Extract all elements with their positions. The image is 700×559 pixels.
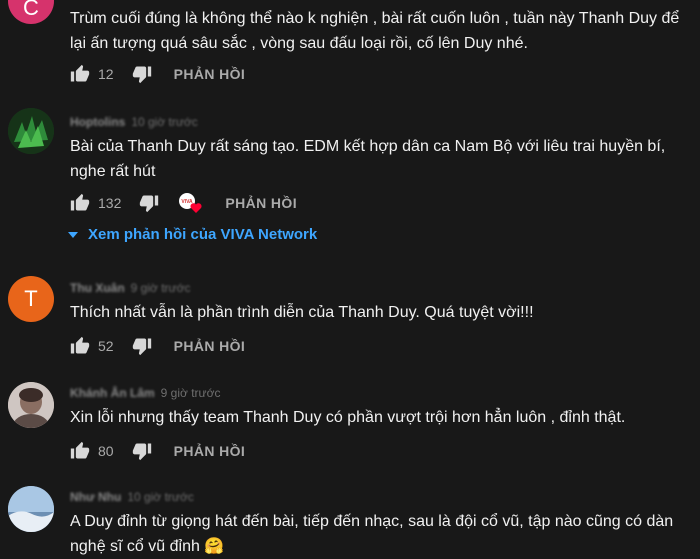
comment-author-line: Thu Xuân 9 giờ trước [70, 281, 190, 295]
comment-time: 10 giờ trước [131, 115, 198, 129]
like-count: 12 [98, 66, 114, 82]
avatar[interactable] [8, 108, 54, 154]
creator-heart-badge: VIVA [177, 192, 203, 214]
author-name[interactable]: Khánh Ân Lâm [70, 386, 155, 400]
author-name[interactable]: Hoptolins [70, 115, 125, 129]
thumbs-down-icon[interactable] [132, 441, 152, 461]
avatar[interactable] [8, 382, 54, 428]
avatar-letter: C [23, 0, 39, 20]
comment-time: 10 giờ trước [127, 490, 194, 504]
comment-actions: 132 VIVA PHẢN HỒI [70, 191, 297, 215]
photo-avatar-icon [8, 382, 54, 428]
creator-avatar-icon: VIVA [179, 193, 202, 213]
avatar[interactable]: C [8, 0, 54, 24]
comment-actions: 12 PHẢN HỒI [70, 62, 245, 86]
svg-text:VIVA: VIVA [182, 199, 194, 205]
comment-actions: 80 PHẢN HỒI [70, 439, 245, 463]
comment-text: Bài của Thanh Duy rất sáng tạo. EDM kết … [70, 138, 666, 180]
comment-time: 9 giờ trước [160, 386, 221, 400]
chevron-down-icon [68, 231, 78, 238]
like-count: 132 [98, 195, 122, 211]
landscape-avatar-icon [8, 486, 54, 532]
comment-text: A Duy đỉnh từ giọng hát đến bài, tiếp đế… [70, 513, 674, 555]
avatar[interactable]: T [8, 276, 54, 322]
reply-button[interactable]: PHẢN HỒI [174, 338, 246, 354]
thumbs-down-icon[interactable] [132, 336, 152, 356]
reply-button[interactable]: PHẢN HỒI [225, 195, 297, 211]
leaf-avatar-icon [8, 108, 54, 154]
reply-button[interactable]: PHẢN HỒI [174, 443, 246, 459]
heart-icon [190, 203, 202, 213]
thumbs-up-icon[interactable] [70, 441, 90, 461]
thumbs-down-icon[interactable] [132, 64, 152, 84]
comment-author-line: Hoptolins 10 giờ trước [70, 115, 198, 129]
comment-time: 9 giờ trước [130, 281, 191, 295]
comment-author-line: Khánh Ân Lâm 9 giờ trước [70, 386, 220, 400]
like-count: 52 [98, 338, 114, 354]
comment-text: Trùm cuối đúng là không thể nào k nghiện… [70, 10, 680, 52]
author-name[interactable]: Thu Xuân [70, 281, 125, 295]
reply-button[interactable]: PHẢN HỒI [174, 66, 246, 82]
comment-text: Xin lỗi nhưng thấy team Thanh Duy có phầ… [70, 409, 626, 426]
avatar-letter: T [24, 286, 38, 311]
avatar[interactable] [8, 486, 54, 532]
like-count: 80 [98, 443, 114, 459]
comment-text: Thích nhất vẫn là phần trình diễn của Th… [70, 304, 534, 321]
author-name[interactable]: Như Nhu [70, 490, 121, 504]
view-replies-label: Xem phản hồi của VIVA Network [88, 226, 318, 243]
comment-author-line: Như Nhu 10 giờ trước [70, 490, 194, 504]
thumbs-up-icon[interactable] [70, 336, 90, 356]
thumbs-down-icon[interactable] [139, 193, 159, 213]
view-replies-button[interactable]: Xem phản hồi của VIVA Network [68, 226, 317, 243]
comment-actions: 52 PHẢN HỒI [70, 334, 245, 358]
thumbs-up-icon[interactable] [70, 64, 90, 84]
thumbs-up-icon[interactable] [70, 193, 90, 213]
